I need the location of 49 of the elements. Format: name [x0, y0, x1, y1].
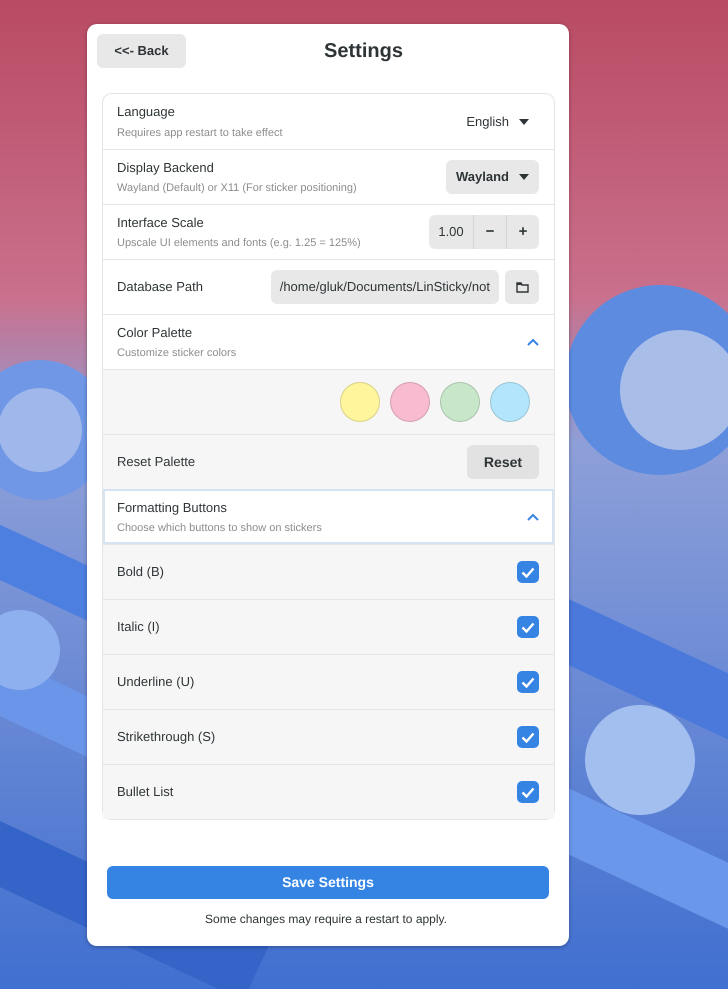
spin-field[interactable]: 1.00 − + — [429, 215, 539, 249]
color-swatch[interactable] — [340, 382, 380, 422]
folder-icon — [516, 282, 528, 292]
setting-label: Interface Scale — [117, 214, 205, 232]
folder-button[interactable] — [505, 270, 539, 304]
increment-button[interactable]: + — [506, 215, 539, 249]
caret-icon — [519, 118, 529, 124]
dropdown[interactable]: English — [456, 104, 539, 138]
setting-description: Customize sticker colors — [117, 346, 238, 361]
chevron-up-icon — [527, 338, 539, 346]
decrement-button[interactable]: − — [473, 215, 506, 249]
caret-icon — [519, 174, 529, 180]
color-swatch[interactable] — [440, 382, 480, 422]
save-button[interactable]: Save Settings — [107, 866, 549, 899]
color-swatch[interactable] — [390, 382, 430, 422]
check-icon — [521, 622, 535, 632]
setting-label: Display Backend — [117, 158, 215, 177]
checkbox[interactable] — [517, 726, 539, 748]
check-icon — [521, 786, 535, 798]
check-icon — [521, 566, 535, 578]
setting-label: Underline (U) — [117, 673, 196, 692]
setting-label: Strikethrough (S) — [117, 728, 216, 746]
setting-label: Bold (B) — [117, 563, 165, 582]
chevron-up-icon — [527, 513, 539, 521]
setting-label: Reset Palette — [117, 453, 196, 472]
expander-row[interactable]: Formatting Buttons Choose which buttons to show on stickers — [103, 489, 554, 544]
setting-label: Formatting Buttons — [117, 498, 228, 517]
color-swatch[interactable] — [490, 382, 530, 422]
setting-description: Choose which buttons to show on stickers — [117, 521, 323, 536]
back-button[interactable]: <<- Back — [97, 34, 186, 68]
dropdown[interactable]: Wayland — [446, 160, 539, 194]
setting-description: Requires app restart to take effect — [117, 126, 284, 140]
setting-description: Upscale UI elements and fonts (e.g. 1.25 = 125%) — [117, 236, 362, 251]
setting-label: Bullet List — [117, 783, 174, 802]
checkbox[interactable] — [517, 671, 539, 693]
setting-label: Color Palette — [117, 324, 194, 342]
check-icon — [521, 676, 535, 688]
checkbox[interactable] — [517, 561, 539, 583]
checkbox[interactable] — [517, 781, 539, 803]
path-field[interactable]: /home/gluk/Documents/LinSticky/not — [270, 270, 499, 304]
window-title: Settings — [323, 39, 404, 63]
checkbox[interactable] — [517, 616, 539, 638]
reset-button[interactable]: Reset — [467, 445, 539, 479]
setting-label: Database Path — [117, 278, 204, 296]
check-icon — [521, 732, 535, 742]
setting-label: Language — [117, 103, 176, 121]
setting-description: Wayland (Default) or X11 (For sticker positioning) — [117, 181, 358, 196]
footer-note: Some changes may require a restart to apply. — [204, 911, 448, 928]
setting-label: Italic (I) — [117, 618, 161, 636]
